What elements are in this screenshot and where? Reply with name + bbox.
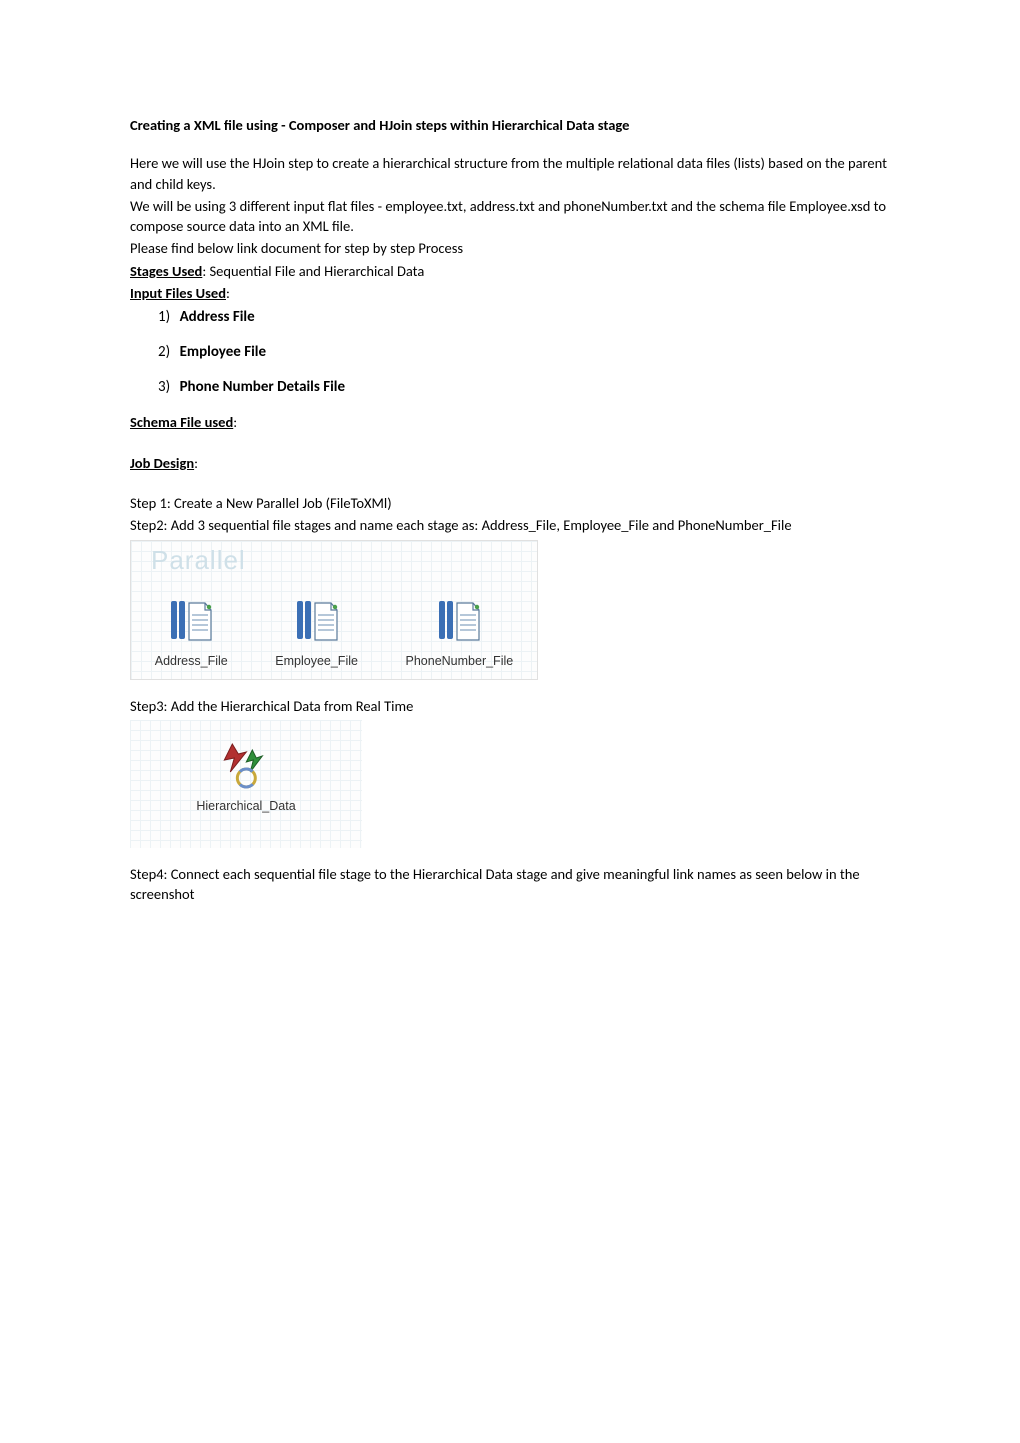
stage-label: Address_File [155, 653, 228, 671]
sequential-file-stage: Employee_File [275, 597, 358, 671]
stage-label: PhoneNumber_File [406, 653, 514, 671]
list-item-label: Address File [180, 308, 255, 326]
figure-hierarchical-stage: Hierarchical_Data [130, 720, 362, 848]
hierarchical-data-icon [220, 738, 272, 795]
step-2: Step2: Add 3 sequential file stages and … [130, 515, 890, 535]
intro-paragraph-3: Please find below link document for step… [130, 238, 890, 258]
list-item-number: 1) [158, 308, 170, 326]
list-item: 3) Phone Number Details File [158, 377, 890, 398]
sequential-file-icon [169, 597, 213, 650]
list-item-label: Phone Number Details File [180, 378, 345, 396]
hierarchical-data-stage: Hierarchical_Data [196, 738, 295, 816]
input-files-line: Input Files Used: [130, 283, 890, 303]
job-design-colon: : [194, 454, 198, 472]
job-design-heading-text: Job Design [130, 454, 194, 472]
schema-file-heading: Schema File used: [130, 412, 890, 432]
list-item-label: Employee File [180, 343, 266, 361]
list-item-number: 3) [158, 378, 170, 396]
sequential-file-stage: Address_File [155, 597, 228, 671]
sequential-file-stage: PhoneNumber_File [406, 597, 514, 671]
intro-paragraph-1: Here we will use the HJoin step to creat… [130, 153, 890, 194]
stage-label: Hierarchical_Data [196, 798, 295, 816]
input-files-colon: : [226, 284, 230, 302]
stage-label: Employee_File [275, 653, 358, 671]
stages-used-value: : Sequential File and Hierarchical Data [202, 262, 424, 280]
stages-used-label: Stages Used [130, 262, 202, 280]
figure-parallel-canvas: Parallel Address_File [130, 540, 538, 680]
input-files-label: Input Files Used [130, 284, 226, 302]
job-design-heading: Job Design: [130, 453, 890, 473]
sequential-file-icon [295, 597, 339, 650]
list-item-number: 2) [158, 343, 170, 361]
step-1: Step 1: Create a New Parallel Job (FileT… [130, 493, 890, 513]
parallel-watermark: Parallel [151, 542, 246, 578]
intro-paragraph-2: We will be using 3 different input flat … [130, 196, 890, 237]
schema-file-colon: : [233, 413, 237, 431]
document-title: Creating a XML file using - Composer and… [130, 115, 890, 135]
schema-file-heading-text: Schema File used [130, 413, 233, 431]
step-4: Step4: Connect each sequential file stag… [130, 864, 890, 905]
stage-row: Address_File Employee_File [131, 597, 537, 671]
input-files-list: 1) Address File 2) Employee File 3) Phon… [130, 307, 890, 398]
stages-used-line: Stages Used: Sequential File and Hierarc… [130, 261, 890, 281]
step-3: Step3: Add the Hierarchical Data from Re… [130, 696, 890, 716]
sequential-file-icon [437, 597, 481, 650]
list-item: 1) Address File [158, 307, 890, 328]
list-item: 2) Employee File [158, 342, 890, 363]
